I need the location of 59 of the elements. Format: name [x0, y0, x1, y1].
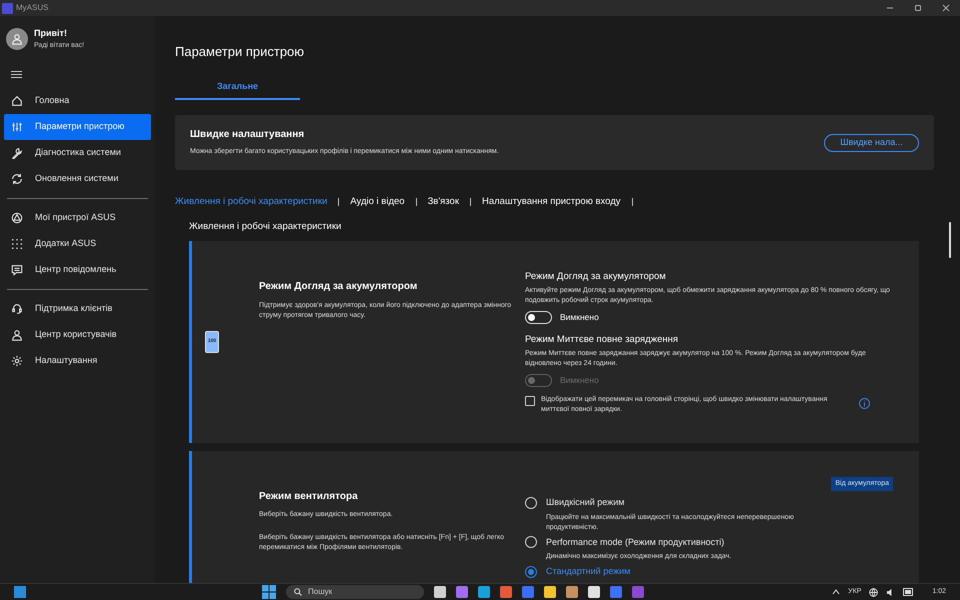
sliders-icon	[11, 121, 23, 133]
toggle-state-text: Вимкнено	[560, 374, 599, 387]
user-icon	[11, 329, 23, 341]
menu-icon[interactable]	[11, 70, 22, 79]
globe-icon[interactable]	[869, 588, 878, 596]
close-icon[interactable]	[942, 4, 950, 12]
quick-settings-button[interactable]: Швидке нала...	[824, 134, 919, 152]
task-view-icon[interactable]	[434, 586, 446, 598]
section-tab[interactable]: Зв'язок	[428, 195, 459, 210]
sidebar-item[interactable]: Центр користувачів	[4, 322, 151, 348]
message-icon	[11, 264, 23, 276]
home-icon	[11, 95, 23, 107]
section-heading: Живлення і робочі характеристики	[189, 220, 342, 234]
chevron-up-icon[interactable]	[832, 588, 840, 596]
radio-option[interactable]: Performance mode (Режим продуктивності)	[525, 536, 891, 549]
card-title: Швидке налаштування	[190, 128, 306, 142]
restore-icon[interactable]	[914, 4, 922, 12]
sidebar-item[interactable]: Оновлення системи	[4, 166, 151, 192]
radio-option[interactable]: Швидкісний режим	[525, 496, 891, 510]
sidebar-item[interactable]: Діагностика системи	[4, 140, 151, 166]
sidebar-item[interactable]: Центр повідомлень	[4, 257, 151, 283]
sidebar-item[interactable]: Мої пристрої ASUS	[4, 205, 151, 231]
battery-status-icon[interactable]	[903, 588, 914, 596]
avatar-icon	[6, 28, 28, 50]
sidebar-item[interactable]: Додатки ASUS	[4, 231, 151, 257]
wrench-icon	[11, 147, 23, 159]
search-field[interactable]: Пошук	[286, 585, 424, 599]
app-logo-icon	[2, 2, 13, 14]
triangle-icon	[11, 212, 23, 224]
section-tab[interactable]: Налаштування пристрою входу	[482, 195, 621, 210]
windows-logo-icon[interactable]	[262, 585, 276, 599]
sidebar-item[interactable]: Головна	[4, 88, 151, 114]
app-icon[interactable]	[588, 586, 600, 598]
toggle-switch[interactable]	[525, 310, 552, 324]
radio-option[interactable]: Стандартний режим	[525, 565, 891, 578]
card-title: Режим вентилятора	[259, 490, 359, 504]
sidebar-item[interactable]: Параметри пристрою	[4, 114, 151, 140]
grid-icon	[11, 238, 23, 250]
card-title: Режим Догляд за акумулятором	[259, 280, 418, 294]
window-title: MyASUS	[16, 2, 48, 14]
section-tab[interactable]: Живлення і робочі характеристики	[175, 195, 328, 210]
sidebar-item[interactable]: Налаштування	[4, 348, 151, 374]
setting-title: Режим Миттєве повне зарядження	[525, 332, 679, 347]
refresh-icon	[11, 173, 23, 185]
info-icon[interactable]	[859, 398, 870, 409]
search-icon	[294, 588, 302, 596]
greeting-text: Привіт!	[34, 27, 68, 40]
setting-title: Режим Догляд за акумулятором	[525, 270, 667, 284]
sidebar-item[interactable]: Підтримка клієнтів	[4, 296, 151, 322]
tab[interactable]: Загальне	[175, 80, 300, 100]
scrollbar-thumb[interactable]	[949, 222, 951, 258]
settings-icon	[11, 355, 23, 367]
app-icon[interactable]	[566, 586, 578, 598]
toggle-state-text: Вимкнено	[560, 310, 599, 324]
app-icon[interactable]	[456, 586, 468, 598]
section-tab[interactable]: Аудіо і відео	[350, 195, 405, 210]
headset-icon	[11, 303, 23, 315]
checkbox[interactable]	[525, 396, 535, 406]
page-title: Параметри пристрою	[175, 43, 306, 61]
